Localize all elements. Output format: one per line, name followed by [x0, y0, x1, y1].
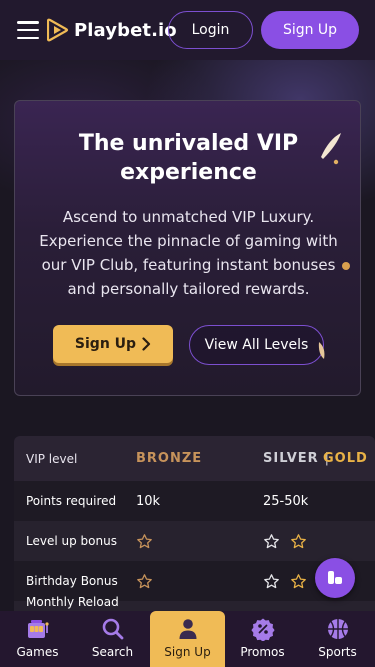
hero-signup-button[interactable]: Sign Up [53, 325, 173, 363]
sparkle-decoration-icon [321, 133, 341, 165]
live-chat-button[interactable] [315, 558, 355, 598]
percent-badge-icon [250, 618, 275, 641]
star-outline-icon [137, 573, 152, 588]
nav-promos-label: Promos [240, 645, 285, 659]
table-row: Monthly Reload [14, 595, 375, 611]
points-silver: 25-50k [263, 493, 309, 509]
bottom-navigation: Games Search Sign Up Promos Sports [0, 611, 375, 667]
table-row: Level up bonus [14, 521, 375, 561]
silver-label: SILVER [263, 451, 319, 466]
nav-sports[interactable]: Sports [300, 611, 375, 667]
bronze-value: 10k [136, 481, 256, 521]
view-all-levels-button[interactable]: View All Levels [189, 325, 324, 365]
star-outline-icon [137, 533, 152, 548]
row-label: Monthly Reload [26, 595, 119, 609]
play-logo-icon [47, 18, 69, 42]
bronze-level-header: BRONZE [136, 436, 256, 481]
silver-value [263, 561, 323, 601]
bronze-value [136, 521, 256, 561]
silver-level-header: SILVER | [263, 436, 329, 481]
user-icon [179, 619, 196, 639]
search-icon [102, 618, 123, 640]
star-outline-icon [291, 573, 306, 588]
top-header: Playbet.io Login Sign Up [0, 0, 375, 60]
chevron-right-icon [142, 337, 151, 351]
hero-title: The unrivaled VIP experience [78, 131, 299, 185]
nav-sports-label: Sports [318, 645, 357, 659]
nav-signup[interactable]: Sign Up [150, 611, 225, 667]
vip-hero-card: The unrivaled VIP experience Ascend to u… [14, 100, 361, 396]
gold-level-header: GOLD [323, 436, 375, 481]
basketball-icon [327, 619, 348, 639]
nav-games[interactable]: Games [0, 611, 75, 667]
nav-promos[interactable]: Promos [225, 611, 300, 667]
silver-value: 25-50k [263, 481, 323, 521]
points-bronze: 10k [136, 493, 161, 509]
row-label: Points required [26, 494, 117, 508]
slot-machine-icon [27, 620, 49, 638]
login-button[interactable]: Login [168, 11, 253, 49]
hero-signup-label: Sign Up [74, 336, 137, 352]
chat-icon [328, 571, 342, 584]
nav-signup-label: Sign Up [164, 645, 211, 659]
star-outline-icon [264, 533, 279, 548]
brand-name: Playbet.io [74, 19, 177, 41]
coin-decoration-icon [342, 262, 350, 270]
row-label: Level up bonus [26, 534, 117, 548]
table-header-row: VIP level BRONZE SILVER | GOLD [14, 436, 375, 481]
gold-label: GOLD [323, 451, 368, 466]
silver-value [263, 521, 323, 561]
star-outline-icon [264, 573, 279, 588]
vip-level-header: VIP level [26, 451, 78, 466]
brand-logo[interactable]: Playbet.io [47, 17, 177, 43]
nav-search[interactable]: Search [75, 611, 150, 667]
nav-games-label: Games [16, 645, 59, 659]
sparkle-small-decoration-icon [318, 342, 325, 359]
hamburger-menu-icon[interactable] [17, 21, 39, 39]
bronze-value [136, 561, 256, 601]
star-outline-icon [291, 533, 306, 548]
signup-button[interactable]: Sign Up [261, 11, 359, 49]
nav-search-label: Search [91, 645, 134, 659]
table-row: Points required 10k 25-50k [14, 481, 375, 521]
bronze-label: BRONZE [136, 451, 203, 466]
hero-description: Ascend to unmatched VIP Luxury. Experien… [39, 208, 338, 298]
